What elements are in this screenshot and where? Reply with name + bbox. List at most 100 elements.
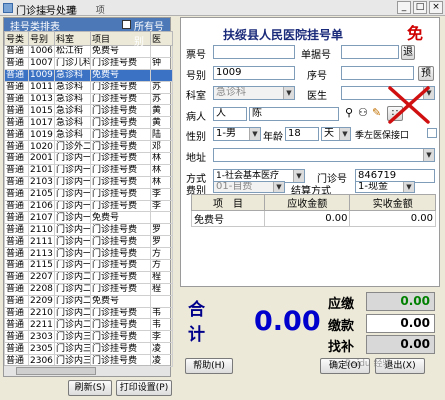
table-row[interactable]: 普通 1017 急诊科 门诊挂号费黄 bbox=[4, 116, 173, 130]
table-cell: 门诊内一 bbox=[54, 152, 91, 165]
table-row[interactable]: 普通 2208 门诊内二 门诊挂号费程 bbox=[4, 282, 173, 296]
table-row[interactable]: 普通 1009 急诊科 免费号 bbox=[4, 68, 173, 82]
table-cell: 普通 bbox=[4, 294, 29, 308]
fee-column-header: 项 目 bbox=[191, 194, 265, 211]
fee-type-select[interactable]: 01-自费 ▼ bbox=[213, 181, 285, 193]
table-cell: 松江衔 bbox=[54, 45, 91, 58]
refund-button[interactable]: 退 bbox=[401, 45, 415, 60]
table-cell: 门诊内二 bbox=[54, 318, 91, 332]
table-row[interactable]: 普通 2107 门诊内一 免费号 bbox=[4, 211, 173, 225]
table-row[interactable]: 普通 2103 门诊内一 门诊挂号费林 bbox=[4, 175, 173, 189]
all-types-checkbox[interactable] bbox=[122, 20, 131, 29]
change-value: 0.00 bbox=[366, 335, 435, 354]
table-row[interactable]: 普通 2101 门诊内一 门诊挂号费林 bbox=[4, 163, 173, 177]
table-cell: 门诊挂号费 bbox=[90, 187, 151, 201]
ticket-no-field[interactable] bbox=[213, 45, 295, 59]
minimize-button[interactable]: _ bbox=[397, 1, 411, 14]
table-row[interactable]: 普通 1011 急诊科 门诊挂号费苏 bbox=[4, 80, 173, 94]
table-row[interactable]: 普通 2209 门诊内二 免费号 bbox=[4, 294, 173, 308]
chevron-down-icon[interactable]: ▼ bbox=[273, 182, 284, 192]
column-header[interactable]: 科室 bbox=[54, 31, 91, 46]
bill-no-label: 单据号 bbox=[301, 50, 331, 61]
table-row[interactable]: 普通 2001 门诊内一 门诊挂号费林 bbox=[4, 152, 173, 165]
table-row[interactable]: 普通 2113 门诊内一 门诊挂号费方 bbox=[4, 247, 173, 261]
search-icon[interactable]: ⚲ bbox=[345, 106, 353, 119]
table-cell: 1006 bbox=[28, 45, 55, 58]
table-row[interactable]: 普通 2303 门诊内三 门诊挂号费李 bbox=[4, 330, 173, 344]
list-header: 挂号类排表 所有号别 bbox=[4, 18, 170, 48]
age-unit-select[interactable]: 天 ▼ bbox=[321, 127, 351, 141]
table-row[interactable]: 普通 2111 门诊内一 门诊挂号费罗 bbox=[4, 235, 173, 249]
table-row[interactable]: 普通 2211 门诊内二 门诊挂号费韦 bbox=[4, 318, 173, 332]
fee-row[interactable]: 免费号 0.00 0.00 bbox=[191, 210, 436, 227]
fee-column-header: 实收金额 bbox=[349, 194, 436, 211]
table-cell: 门诊内一 bbox=[54, 187, 91, 201]
table-cell: 门诊内一 bbox=[54, 199, 91, 213]
print-settings-button[interactable]: 打印设置(P) bbox=[116, 380, 172, 396]
close-button[interactable]: × bbox=[429, 1, 443, 14]
help-button[interactable]: 帮助(H) bbox=[185, 358, 233, 374]
table-row[interactable]: 普通 1019 急诊科 门诊挂号费陆 bbox=[4, 128, 173, 142]
chevron-down-icon[interactable]: ▼ bbox=[403, 182, 414, 192]
refresh-key: (S) bbox=[92, 383, 106, 393]
horizontal-scrollbar[interactable] bbox=[4, 365, 170, 376]
chevron-down-icon[interactable]: ▼ bbox=[423, 149, 434, 161]
department-select[interactable]: 急诊科 ▼ bbox=[213, 86, 295, 100]
maximize-button[interactable]: □ bbox=[413, 1, 427, 14]
table-cell: 普通 bbox=[4, 187, 29, 201]
table-cell: 门诊挂号费 bbox=[90, 342, 151, 356]
dept-no-field[interactable]: 1009 bbox=[213, 66, 295, 80]
table-cell: 免费号 bbox=[90, 294, 151, 308]
table-row[interactable]: 普通 1013 急诊科 门诊挂号费苏 bbox=[4, 92, 173, 106]
table-cell: 1011 bbox=[28, 80, 55, 94]
reserve-button[interactable]: 预 bbox=[418, 66, 434, 81]
settle-select[interactable]: 1-现金 ▼ bbox=[355, 181, 415, 193]
table-row[interactable]: 普通 1015 急诊科 门诊挂号费黄 bbox=[4, 104, 173, 118]
menu-bar[interactable]: 二 选 项 bbox=[40, 3, 113, 16]
table-row[interactable]: 普通 2105 门诊内一 门诊挂号费李 bbox=[4, 187, 173, 201]
table-cell: 凌 bbox=[150, 342, 173, 356]
gender-select[interactable]: 1-男 ▼ bbox=[213, 127, 261, 141]
table-row[interactable]: 普通 1020 门诊外二 门诊挂号费邓 bbox=[4, 140, 173, 154]
edit-icon[interactable]: ✎ bbox=[372, 106, 381, 119]
print-key: (P) bbox=[155, 383, 169, 393]
column-header[interactable]: 号类 bbox=[4, 31, 29, 46]
table-row[interactable]: 普通 2207 门诊内二 门诊挂号费程 bbox=[4, 270, 173, 284]
refresh-button[interactable]: 刷新(S) bbox=[68, 380, 112, 396]
table-cell: 门诊挂号费 bbox=[90, 80, 151, 94]
total-label-top: 合 bbox=[188, 300, 205, 320]
column-header[interactable]: 号别 bbox=[28, 31, 55, 46]
patient-id-field[interactable]: 人 bbox=[213, 107, 247, 121]
table-row[interactable]: 普通 2305 门诊内三 门诊挂号费凌 bbox=[4, 342, 173, 356]
bill-no-field[interactable] bbox=[341, 45, 399, 59]
table-row[interactable]: 普通 2210 门诊内二 门诊挂号费韦 bbox=[4, 306, 173, 320]
table-cell: 普通 bbox=[4, 247, 29, 261]
sequence-field[interactable] bbox=[341, 66, 414, 80]
table-cell: 程 bbox=[150, 270, 173, 284]
table-row[interactable]: 普通 2106 门诊内一 门诊挂号费李 bbox=[4, 199, 173, 213]
table-cell: 普通 bbox=[4, 140, 29, 154]
table-cell: 2001 bbox=[28, 152, 55, 165]
age-field[interactable]: 18 bbox=[285, 127, 319, 141]
table-row[interactable]: 普通 2115 门诊内一 门诊挂号费方 bbox=[4, 259, 173, 272]
chevron-down-icon[interactable]: ▼ bbox=[293, 170, 304, 182]
table-cell: 急诊科 bbox=[54, 116, 91, 130]
table-cell: 1019 bbox=[28, 128, 55, 142]
insurance-checkbox[interactable] bbox=[427, 128, 437, 138]
table-row[interactable]: 普通 1007 门诊儿科 门诊挂号费钟 bbox=[4, 56, 173, 70]
table-cell: 急诊科 bbox=[54, 128, 91, 142]
address-select[interactable]: ▼ bbox=[213, 148, 435, 162]
scrollbar-thumb[interactable] bbox=[16, 367, 96, 375]
table-cell: 普通 bbox=[4, 175, 29, 189]
chevron-down-icon[interactable]: ▼ bbox=[283, 87, 294, 99]
card-reader-icon[interactable]: ⚇ bbox=[358, 106, 368, 119]
table-cell: 门诊内二 bbox=[54, 282, 91, 296]
table-row[interactable]: 普通 2110 门诊内一 门诊挂号费罗 bbox=[4, 223, 173, 237]
paid-field[interactable]: 0.00 bbox=[366, 314, 435, 333]
patient-name-field[interactable]: 陈 bbox=[249, 107, 339, 121]
mode-value: 1-社会基本医疗 bbox=[216, 171, 279, 181]
chevron-down-icon[interactable]: ▼ bbox=[339, 128, 350, 140]
table-cell: 程 bbox=[150, 282, 173, 296]
chevron-down-icon[interactable]: ▼ bbox=[249, 128, 260, 140]
table-cell: 2105 bbox=[28, 187, 55, 201]
